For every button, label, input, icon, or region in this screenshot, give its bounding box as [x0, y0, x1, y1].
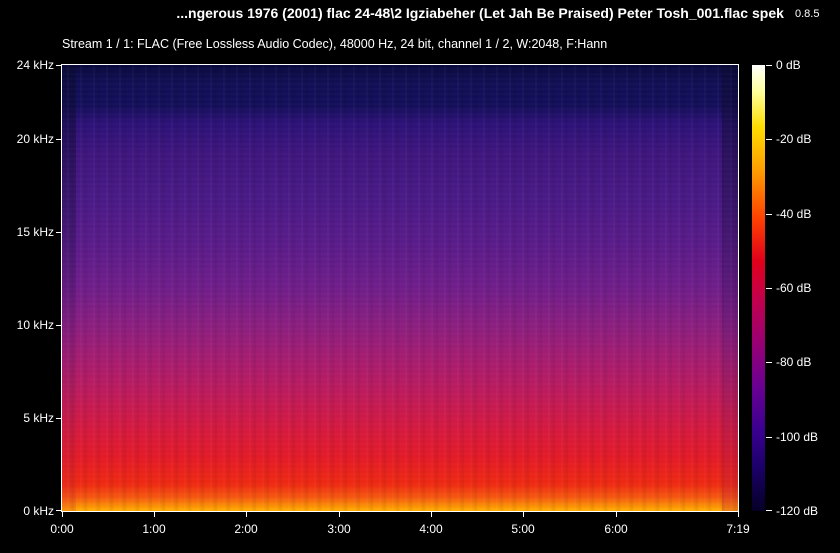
db-color-scale: [752, 65, 765, 511]
x-tick: [339, 511, 340, 517]
db-scale-label: -100 dB: [776, 430, 819, 444]
db-scale-label: -120 dB: [776, 504, 819, 518]
app-name: spek: [752, 5, 784, 21]
scale-tick: [766, 214, 772, 215]
y-tick-label: 24 kHz: [16, 58, 54, 72]
file-title: ...ngerous 1976 (2001) flac 24-48\2 Igzi…: [176, 5, 748, 21]
app-version: 0.8.5: [795, 8, 820, 20]
plot-rows: [62, 65, 738, 511]
x-tick-label: 1:00: [142, 522, 166, 536]
x-tick: [246, 511, 247, 517]
scale-tick: [766, 288, 772, 289]
db-scale-label: -40 dB: [776, 207, 812, 221]
x-tick-label: 2:00: [234, 522, 258, 536]
y-tick: [56, 65, 62, 66]
scale-tick: [766, 437, 772, 438]
db-scale-label: -80 dB: [776, 355, 812, 369]
stream-info: Stream 1 / 1: FLAC (Free Lossless Audio …: [62, 37, 608, 51]
y-tick-label: 15 kHz: [16, 225, 54, 239]
x-tick: [431, 511, 432, 517]
spectrogram-plot: [62, 65, 738, 511]
y-tick: [56, 139, 62, 140]
x-tick-label: 0:00: [50, 522, 74, 536]
x-tick: [738, 511, 739, 517]
plot-border-left: [61, 64, 62, 512]
db-scale-label: 0 dB: [776, 58, 801, 72]
x-tick-label: 7:19: [726, 522, 750, 536]
db-scale-label: -60 dB: [776, 281, 812, 295]
y-tick-label: 0 kHz: [23, 504, 54, 518]
scale-tick: [766, 362, 772, 363]
x-tick-label: 4:00: [419, 522, 443, 536]
y-tick-label: 10 kHz: [16, 318, 54, 332]
x-tick-label: 3:00: [327, 522, 351, 536]
scale-tick: [766, 510, 772, 511]
y-tick: [56, 418, 62, 419]
plot-border-top: [61, 64, 739, 65]
x-tick: [523, 511, 524, 517]
plot-border-bottom: [61, 511, 739, 512]
y-tick-label: 5 kHz: [23, 411, 54, 425]
x-tick: [616, 511, 617, 517]
scale-tick: [766, 139, 772, 140]
db-scale-label: -20 dB: [776, 132, 812, 146]
plot-border-right: [738, 64, 739, 512]
y-tick: [56, 232, 62, 233]
x-tick: [154, 511, 155, 517]
x-tick-label: 5:00: [511, 522, 535, 536]
y-tick-label: 20 kHz: [16, 132, 54, 146]
scale-tick: [766, 65, 772, 66]
y-tick: [56, 325, 62, 326]
x-tick: [62, 511, 63, 517]
x-tick-label: 6:00: [604, 522, 628, 536]
